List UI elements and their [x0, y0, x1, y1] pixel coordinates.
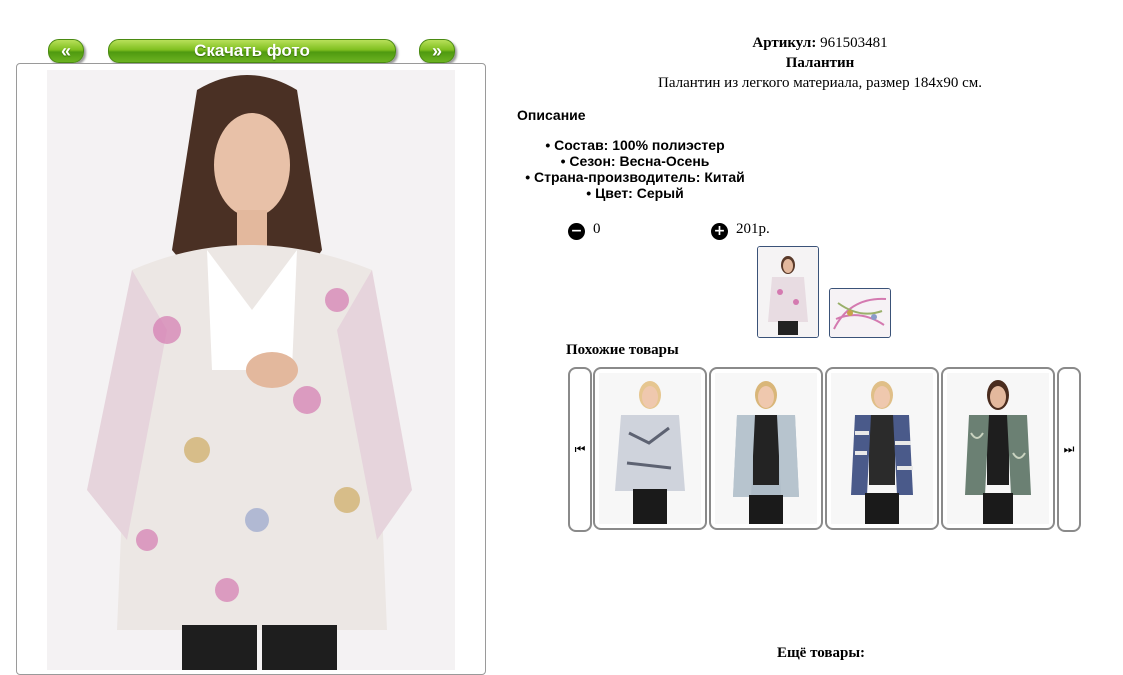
- main-photo-frame: [16, 63, 486, 675]
- description-heading: Описание: [517, 107, 586, 123]
- quantity-value: 0: [593, 221, 601, 237]
- description-item: Цвет: Серый: [510, 185, 760, 201]
- similar-product-image: [599, 373, 701, 524]
- description-item: Состав: 100% полиэстер: [510, 137, 760, 153]
- more-products-title: Ещё товары:: [777, 645, 866, 661]
- article-number: 961503481: [820, 35, 888, 51]
- description-item: Сезон: Весна-Осень: [510, 153, 760, 169]
- description-item: Страна-производитель: Китай: [510, 169, 760, 185]
- skip-forward-icon: ⏭: [1063, 442, 1075, 456]
- article-label: Артикул:: [752, 35, 817, 51]
- thumbnail-image-fabric: [830, 289, 890, 337]
- similar-products-title: Похожие товары: [566, 342, 679, 358]
- photo-thumbnail[interactable]: [829, 288, 891, 338]
- price-value: 201р.: [736, 221, 770, 237]
- main-product-photo[interactable]: [47, 70, 455, 670]
- carousel-next-button[interactable]: ⏭: [1057, 367, 1081, 532]
- product-short-description: Палантин из легкого материала, размер 18…: [658, 75, 982, 91]
- plus-circle-icon[interactable]: +: [711, 223, 728, 240]
- similar-product-card[interactable]: [709, 367, 823, 530]
- similar-product-card[interactable]: [941, 367, 1055, 530]
- similar-product-image: [831, 373, 933, 524]
- thumbnail-image-model: [758, 247, 818, 337]
- product-title: Палантин: [785, 55, 855, 71]
- similar-product-card[interactable]: [825, 367, 939, 530]
- quantity-control: −0: [568, 221, 601, 240]
- minus-circle-icon[interactable]: −: [568, 223, 585, 240]
- skip-back-icon: ⏮: [574, 442, 586, 456]
- add-to-cart-control: +201р.: [711, 221, 770, 240]
- carousel-prev-button[interactable]: ⏮: [568, 367, 592, 532]
- description-list: Состав: 100% полиэстер Сезон: Весна-Осен…: [510, 137, 760, 201]
- photo-thumbnail[interactable]: [757, 246, 819, 338]
- prev-photo-button[interactable]: «: [48, 39, 84, 63]
- article-line: Артикул: 961503481: [620, 35, 1020, 52]
- similar-product-image: [947, 373, 1049, 524]
- download-photo-button[interactable]: Скачать фото: [108, 39, 396, 63]
- next-photo-button[interactable]: »: [419, 39, 455, 63]
- similar-product-image: [715, 373, 817, 524]
- similar-product-card[interactable]: [593, 367, 707, 530]
